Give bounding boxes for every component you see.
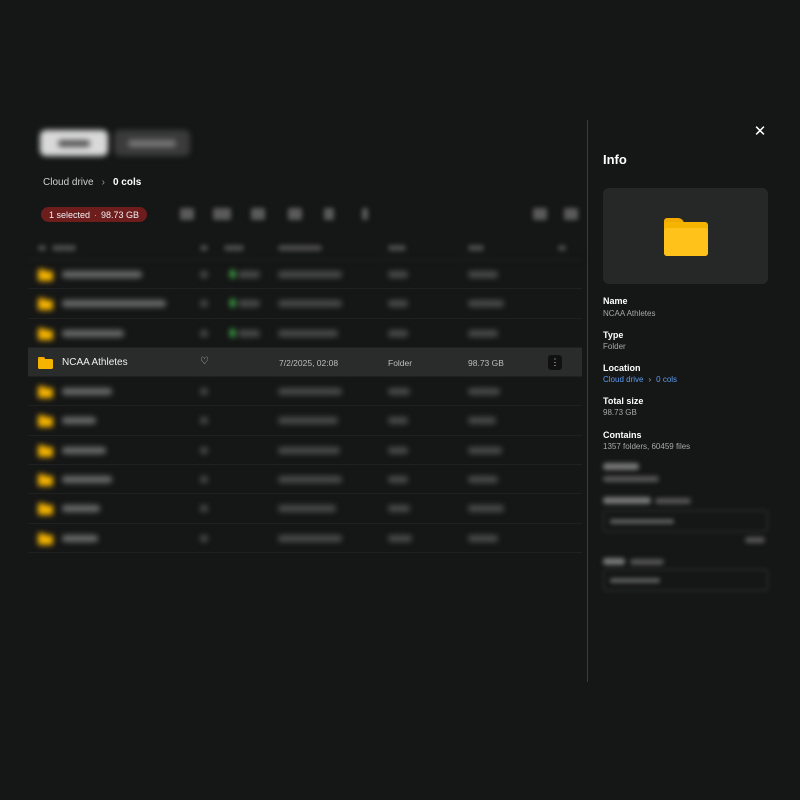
secondary-action-button[interactable] bbox=[114, 130, 190, 156]
location-current-link[interactable]: 0 cols bbox=[656, 375, 677, 384]
row-date-modified: 7/2/2025, 02:08 bbox=[279, 357, 339, 368]
table-row[interactable] bbox=[28, 524, 582, 553]
folder-icon bbox=[38, 356, 53, 369]
panel-divider bbox=[587, 120, 588, 682]
folder-icon bbox=[38, 474, 53, 487]
breadcrumb-root[interactable]: Cloud drive bbox=[43, 177, 94, 188]
blurred-label bbox=[603, 558, 625, 565]
breadcrumb-current: 0 cols bbox=[112, 177, 142, 188]
table-row[interactable] bbox=[28, 436, 582, 466]
heart-icon[interactable]: ♡ bbox=[200, 356, 209, 367]
folder-icon bbox=[38, 503, 53, 516]
row-size: 98.73 GB bbox=[468, 357, 504, 368]
toolbar-icon[interactable] bbox=[180, 208, 194, 220]
grid-view-icon[interactable] bbox=[533, 208, 547, 220]
blurred-label bbox=[603, 463, 639, 470]
total-size-label: Total size bbox=[603, 396, 644, 406]
location-label: Location bbox=[603, 363, 641, 373]
table-header bbox=[28, 236, 582, 260]
blurred-label bbox=[603, 497, 651, 504]
selection-separator: · bbox=[94, 209, 98, 220]
chevron-right-icon: › bbox=[101, 177, 105, 188]
table-row[interactable] bbox=[28, 494, 582, 524]
toolbar-icon[interactable] bbox=[251, 208, 265, 220]
table-row[interactable] bbox=[28, 319, 582, 348]
blurred-counter bbox=[745, 537, 765, 543]
trash-icon[interactable] bbox=[324, 208, 334, 220]
selection-count: 1 selected bbox=[49, 209, 91, 220]
blurred-hint bbox=[630, 559, 664, 565]
location-value: Cloud drive › 0 cols bbox=[603, 375, 677, 384]
contains-label: Contains bbox=[603, 430, 642, 440]
contains-value: 1357 folders, 60459 files bbox=[603, 442, 691, 451]
file-table: NCAA Athletes ♡ 7/2/2025, 02:08 Folder 9… bbox=[28, 236, 582, 553]
folder-icon bbox=[38, 269, 53, 281]
more-options-icon[interactable]: ⋮ bbox=[548, 354, 562, 370]
folder-icon bbox=[38, 532, 53, 545]
table-row[interactable] bbox=[28, 260, 582, 290]
location-root-link[interactable]: Cloud drive bbox=[603, 375, 643, 384]
selection-badge[interactable]: 1 selected · 98.73 GB bbox=[41, 207, 148, 222]
table-row[interactable] bbox=[28, 465, 582, 495]
type-label: Type bbox=[603, 330, 624, 340]
blurred-hint bbox=[655, 498, 691, 504]
row-type: Folder bbox=[388, 357, 413, 368]
folder-preview bbox=[603, 188, 768, 284]
type-value: Folder bbox=[603, 342, 626, 351]
primary-action-button[interactable] bbox=[40, 130, 108, 156]
row-name[interactable]: NCAA Athletes bbox=[62, 357, 128, 368]
name-value: NCAA Athletes bbox=[603, 309, 656, 318]
info-panel-title: Info bbox=[603, 152, 627, 167]
table-row[interactable] bbox=[28, 406, 582, 436]
total-size-value: 98.73 GB bbox=[603, 408, 637, 417]
folder-icon bbox=[38, 327, 53, 340]
description-input[interactable] bbox=[603, 510, 768, 532]
chevron-right-icon: › bbox=[648, 375, 652, 384]
table-row[interactable] bbox=[28, 377, 582, 407]
close-icon[interactable]: ✕ bbox=[752, 124, 768, 140]
name-label: Name bbox=[603, 296, 628, 306]
breadcrumb: Cloud drive › 0 cols bbox=[43, 177, 141, 188]
folder-icon bbox=[38, 444, 53, 457]
toolbar-icon[interactable] bbox=[213, 208, 231, 220]
download-icon[interactable] bbox=[362, 208, 368, 220]
table-row[interactable] bbox=[28, 289, 582, 319]
list-view-icon[interactable] bbox=[564, 208, 578, 220]
selection-size: 98.73 GB bbox=[101, 209, 140, 220]
blurred-value bbox=[603, 476, 659, 482]
table-row-selected[interactable]: NCAA Athletes ♡ 7/2/2025, 02:08 Folder 9… bbox=[28, 347, 582, 378]
folder-icon bbox=[38, 298, 53, 311]
share-icon[interactable] bbox=[288, 208, 302, 220]
folder-icon bbox=[664, 218, 708, 256]
folder-icon bbox=[38, 415, 53, 428]
folder-icon bbox=[38, 386, 53, 399]
tags-input[interactable] bbox=[603, 569, 768, 591]
